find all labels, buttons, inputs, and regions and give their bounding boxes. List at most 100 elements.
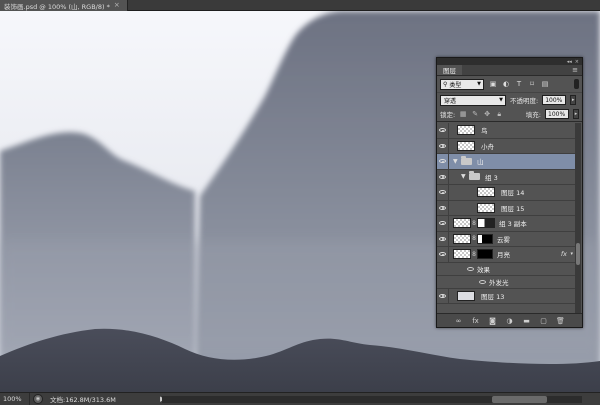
- layer-name: 山: [477, 158, 484, 167]
- visibility-eye-icon[interactable]: [437, 123, 449, 138]
- layer-list: 鸟 小舟 ▼ 山 ▼ 组 3 图层 14 图层 15 8 组 3 副本 8 云雾…: [437, 123, 575, 313]
- adjustment-filter-icon[interactable]: ◐: [502, 80, 510, 88]
- layer-row[interactable]: 8 组 3 副本: [437, 215, 575, 232]
- fill-dropdown-icon[interactable]: ▸: [573, 109, 579, 119]
- document-tab-title: 装饰画.psd @ 100% (山, RGB/8) *: [4, 2, 110, 11]
- lock-label: 锁定:: [440, 111, 456, 119]
- layer-row[interactable]: 图层 15: [437, 200, 575, 216]
- layer-mask-thumbnail: [477, 233, 493, 244]
- layers-panel: ◂◂ × 图层 ≡ ⚲ 类型 ▼ ▣ ◐ T ⌑ ▤ 穿透 ▼ 不透明度: 10…: [436, 57, 583, 328]
- trash-icon[interactable]: 🗑︎: [556, 316, 565, 325]
- layer-name: 图层 14: [501, 189, 525, 198]
- layer-name: 月亮: [497, 251, 510, 260]
- layer-name: 图层 15: [501, 204, 525, 213]
- adjustment-icon[interactable]: ◑: [505, 316, 514, 325]
- document-tab-bar: 装饰画.psd @ 100% (山, RGB/8) * ×: [0, 0, 600, 11]
- close-icon[interactable]: ×: [114, 2, 120, 9]
- layer-row[interactable]: 8 云雾: [437, 231, 575, 247]
- fx-icon[interactable]: fx: [471, 316, 480, 325]
- layer-row[interactable]: 8 月亮 fx ▾: [437, 246, 575, 263]
- folder-icon: [469, 171, 480, 181]
- effects-label: 效果: [477, 265, 490, 274]
- visibility-eye-icon[interactable]: [437, 138, 449, 154]
- filter-toggle[interactable]: [574, 79, 579, 89]
- smart-object-filter-icon[interactable]: ▤: [541, 80, 549, 88]
- opacity-field[interactable]: 100%: [542, 95, 567, 105]
- zoom-field[interactable]: 100%: [0, 393, 30, 405]
- lock-move-icon[interactable]: ✥: [483, 110, 491, 118]
- opacity-dropdown-icon[interactable]: ▸: [570, 95, 577, 105]
- panel-bottom-bar: ∞ fx ◙ ◑ ▬ ▢ 🗑︎: [437, 313, 582, 327]
- folder-icon: [461, 155, 472, 165]
- layer-row[interactable]: 小舟: [437, 138, 575, 154]
- visibility-eye-icon[interactable]: [437, 215, 449, 231]
- blend-mode-select[interactable]: 穿透 ▼: [440, 94, 506, 106]
- chevron-down-icon[interactable]: ▾: [570, 251, 573, 257]
- link-icon[interactable]: ∞: [454, 316, 463, 325]
- shape-filter-icon[interactable]: ⌑: [528, 80, 536, 88]
- layer-row[interactable]: 图层 13: [437, 288, 575, 304]
- visibility-eye-icon[interactable]: [437, 246, 449, 262]
- lock-transparent-icon[interactable]: ▦: [459, 110, 467, 118]
- layer-mask-thumbnail: [477, 249, 493, 260]
- scrollbar-thumb[interactable]: [492, 396, 547, 403]
- mask-icon[interactable]: ◙: [488, 316, 497, 325]
- scrollbar-thumb[interactable]: [576, 243, 580, 265]
- effects-row[interactable]: 效果: [437, 263, 575, 276]
- image-filter-icon[interactable]: ▣: [489, 80, 497, 88]
- visibility-eye-icon[interactable]: [467, 266, 474, 271]
- layer-thumbnail: [457, 290, 475, 301]
- share-icon[interactable]: ◉: [33, 394, 43, 404]
- fx-badge-icon[interactable]: fx: [561, 250, 567, 258]
- effect-name: 外发光: [489, 278, 509, 287]
- type-filter-icon[interactable]: T: [515, 80, 523, 88]
- document-tab[interactable]: 装饰画.psd @ 100% (山, RGB/8) * ×: [0, 0, 128, 11]
- new-layer-icon[interactable]: ▢: [539, 316, 548, 325]
- visibility-eye-icon[interactable]: [479, 279, 486, 284]
- search-icon: ⚲: [443, 80, 448, 88]
- layer-mask-thumbnail: [477, 218, 495, 229]
- layer-thumbnail: [477, 202, 495, 213]
- layers-scrollbar[interactable]: [575, 123, 581, 313]
- folder-icon[interactable]: ▬: [522, 316, 531, 325]
- layer-row[interactable]: ▼ 组 3: [437, 169, 575, 185]
- layer-thumbnail: [477, 187, 495, 198]
- lock-all-icon[interactable]: 🔒︎: [495, 110, 503, 118]
- horizontal-scrollbar[interactable]: [162, 396, 582, 403]
- chevron-down-icon: ▼: [499, 97, 503, 103]
- layer-row-selected[interactable]: ▼ 山: [437, 153, 575, 170]
- tab-layers[interactable]: 图层: [437, 65, 462, 75]
- layer-row[interactable]: 鸟: [437, 123, 575, 139]
- visibility-eye-icon[interactable]: [437, 184, 449, 200]
- visibility-eye-icon[interactable]: [437, 231, 449, 247]
- layer-thumbnail: [457, 140, 475, 151]
- filter-type-label: 类型: [449, 81, 462, 89]
- fill-field[interactable]: 100%: [545, 109, 569, 119]
- blend-row: 穿透 ▼ 不透明度: 100% ▸: [437, 92, 582, 107]
- layer-row[interactable]: 图层 14: [437, 184, 575, 201]
- panel-header-bar: ◂◂ ×: [437, 58, 582, 65]
- lock-row: 锁定: ▦ ✎ ✥ 🔒︎ 填充: 100% ▸: [437, 107, 582, 122]
- visibility-eye-icon[interactable]: [437, 169, 449, 185]
- expand-triangle-icon[interactable]: ▼: [453, 158, 459, 165]
- document-size: 文档:162.8M/313.6M: [50, 396, 116, 404]
- layer-thumbnail: [453, 249, 471, 260]
- status-bar: 100% ◉ 文档:162.8M/313.6M ▶: [0, 392, 600, 405]
- chevron-down-icon: ▼: [477, 81, 481, 87]
- effect-row[interactable]: 外发光: [437, 276, 575, 289]
- collapse-icon[interactable]: ◂◂: [567, 59, 572, 65]
- expand-triangle-icon[interactable]: ▼: [461, 173, 467, 180]
- filter-type-select[interactable]: ⚲ 类型 ▼: [440, 78, 484, 90]
- visibility-eye-icon[interactable]: [437, 153, 449, 169]
- panel-menu-icon[interactable]: ≡: [572, 66, 582, 75]
- blend-mode-value: 穿透: [444, 97, 457, 105]
- opacity-label: 不透明度:: [510, 97, 539, 105]
- close-icon[interactable]: ×: [575, 59, 579, 65]
- layer-thumbnail: [453, 233, 471, 244]
- lock-brush-icon[interactable]: ✎: [471, 110, 479, 118]
- layer-thumbnail: [453, 218, 471, 229]
- visibility-eye-icon[interactable]: [437, 200, 449, 216]
- layer-name: 鸟: [481, 127, 488, 136]
- visibility-eye-icon[interactable]: [437, 288, 449, 304]
